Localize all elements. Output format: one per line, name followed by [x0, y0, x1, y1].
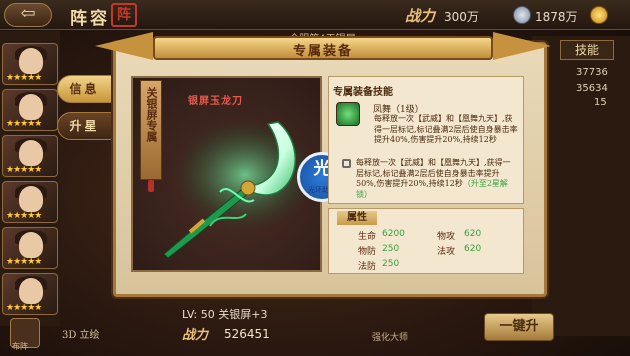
one-key-upgrade-button[interactable]: 一键升 — [484, 313, 554, 341]
hero-portrait — [19, 94, 43, 120]
dialog-title: 专属装备 — [292, 44, 353, 59]
stat-value: 37736 — [576, 67, 608, 78]
hero-level-text: LV: 50 关银屏+3 — [182, 308, 268, 321]
lock-icon — [342, 159, 351, 168]
lineup-label: 布阵 — [12, 342, 28, 351]
page-title: 阵容 — [70, 9, 110, 29]
star-rating: ★★★★★ — [6, 303, 42, 313]
tab-info[interactable]: 信息 — [57, 75, 112, 103]
hero-portrait — [19, 186, 43, 212]
attr-value-hp: 6200 — [382, 229, 405, 239]
gold-ingot-icon[interactable] — [590, 6, 608, 24]
stat-value: 35634 — [576, 83, 608, 94]
hero-portrait — [19, 278, 43, 304]
attr-label-hp: 生命 — [358, 232, 377, 242]
star-rating: ★★★★★ — [6, 257, 42, 267]
star-rating: ★★★★★ — [6, 211, 42, 221]
phoenix-skill-icon[interactable] — [336, 102, 360, 126]
3d-view-button[interactable]: 3D 立绘 — [62, 326, 100, 341]
attr-label-magic-atk: 法攻 — [437, 247, 456, 257]
hero-sidebar: ★★★★★ ★★★★★ ★★★★★ ★★★★★ ★★★★★ ★★★★★ — [0, 31, 60, 326]
title-wing-left — [95, 32, 153, 60]
attr-value-phys-def: 250 — [382, 244, 400, 254]
hero-slot[interactable]: ★★★★★ — [2, 273, 58, 315]
skill-panel-header: 专属装备技能 — [333, 87, 393, 98]
skill-description-level1: 每释放一次【武威】和【凰舞九天】,获得一层标记,标记叠满2层后使自身暴击率提升4… — [374, 114, 518, 144]
title-wing-right — [493, 32, 551, 60]
hero-portrait — [19, 232, 43, 258]
attr-label-phys-atk: 物攻 — [437, 232, 456, 242]
stat-value: 15 — [594, 97, 607, 108]
hero-power-label: 战力 — [182, 328, 209, 343]
hero-slot[interactable]: ★★★★★ — [2, 181, 58, 223]
tab-upstar[interactable]: 升星 — [57, 112, 112, 140]
attribute-header: 属性 — [337, 211, 377, 225]
hero-portrait — [19, 140, 43, 166]
power-label: 战力 — [405, 7, 436, 25]
title-seal-icon: 阵 — [111, 3, 137, 27]
attr-value-magic-atk: 620 — [464, 244, 482, 254]
hero-slot[interactable]: ★★★★★ — [2, 135, 58, 177]
star-rating: ★★★★★ — [6, 165, 42, 175]
silver-coin-icon — [513, 6, 531, 24]
hero-portrait — [19, 48, 43, 74]
star-rating: ★★★★★ — [6, 119, 42, 129]
hero-power-value: 526451 — [224, 327, 270, 341]
attr-value-phys-atk: 620 — [464, 229, 482, 239]
skill-description-level2: 每释放一次【武威】和【凰舞九天】,获得一层标记,标记叠满2层后使自身暴击率提升5… — [356, 158, 516, 200]
tab-skill[interactable]: 技能 — [560, 40, 614, 60]
star-rating: ★★★★★ — [6, 73, 42, 83]
attr-label-magic-def: 法防 — [358, 262, 377, 272]
hero-slot[interactable]: ★★★★★ — [2, 89, 58, 131]
back-button[interactable]: ⇦ — [4, 3, 52, 27]
attr-label-phys-def: 物防 — [358, 247, 377, 257]
attr-value-magic-def: 250 — [382, 259, 400, 269]
silver-value: 1878万 — [535, 10, 578, 24]
game-screen: ⇦ 阵容 阵 战力 300万 1878万 全服第4天银屏 ★★★★★ ★★★★★… — [0, 0, 630, 356]
enhance-master-button[interactable]: 强化大师 — [372, 330, 408, 343]
hero-slot[interactable]: ★★★★★ — [2, 43, 58, 85]
hero-slot[interactable]: ★★★★★ — [2, 227, 58, 269]
power-value: 300万 — [444, 10, 479, 24]
